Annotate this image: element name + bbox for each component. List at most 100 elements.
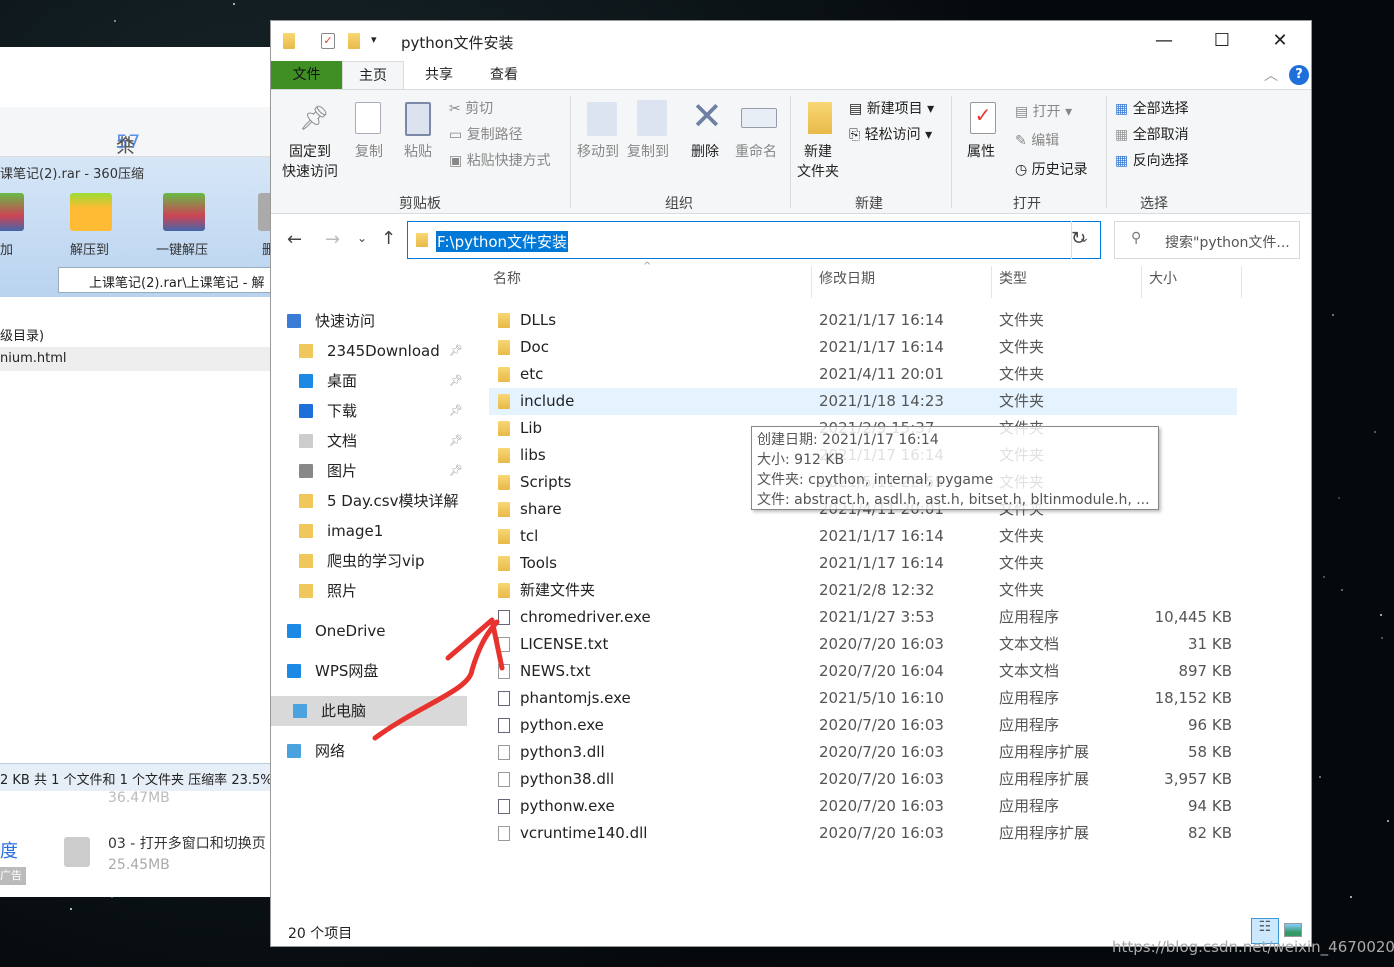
zip-add-button[interactable]: 加 (0, 239, 13, 258)
move-to-button[interactable]: 移动到 (577, 142, 619, 162)
copy-path-button[interactable]: ▭ 复制路径 (449, 125, 523, 145)
nav-item[interactable]: 下载 📌︎ (271, 396, 467, 426)
cut-button[interactable]: ✂ 剪切 (449, 99, 493, 119)
divider (951, 96, 952, 208)
file-name: Doc (520, 338, 549, 356)
edit-button[interactable]: ✎ 编辑 (1015, 131, 1059, 151)
file-size: 31 KB (1188, 635, 1232, 653)
pin-quick-access-button[interactable]: 固定到 快速访问 (279, 142, 341, 182)
file-name: LICENSE.txt (520, 635, 609, 653)
file-row[interactable]: tcl 2021/1/17 16:14 文件夹 (489, 523, 1237, 550)
copy-to-icon (637, 100, 667, 136)
file-row[interactable]: pythonw.exe 2020/7/20 16:03 应用程序 94 KB (489, 793, 1237, 820)
file-row[interactable]: vcruntime140.dll 2020/7/20 16:03 应用程序扩展 82 … (489, 820, 1237, 847)
nav-item-label: 2345Download (327, 342, 440, 360)
file-name: Lib (520, 419, 543, 437)
nav-item[interactable]: 文档 📌︎ (271, 426, 467, 456)
folder-icon (299, 344, 313, 358)
customize-toolbar-chevron-icon[interactable]: ▾ (371, 33, 377, 46)
nav-item[interactable]: 桌面 📌︎ (271, 366, 467, 396)
file-row[interactable]: python3.dll 2020/7/20 16:03 应用程序扩展 58 KB (489, 739, 1237, 766)
file-name: python38.dll (520, 770, 615, 788)
maximize-button[interactable]: ☐ (1199, 27, 1245, 55)
nav-item[interactable]: 快速访问 (271, 306, 467, 336)
large-icons-view-button[interactable] (1284, 923, 1302, 937)
zip-path-field[interactable]: 上课笔记(2).rar\上课笔记 - 解 (58, 267, 288, 293)
refresh-button[interactable]: ↻ (1071, 228, 1095, 249)
forward-button[interactable]: → (325, 229, 340, 250)
nav-item[interactable]: 照片 (271, 576, 467, 606)
file-type: 文件夹 (999, 392, 1045, 410)
new-item-button[interactable]: ▤ 新建项目 ▾ (849, 99, 934, 119)
history-button[interactable]: ◷ 历史记录 (1015, 160, 1088, 180)
file-row[interactable]: python.exe 2020/7/20 16:03 应用程序 96 KB (489, 712, 1237, 739)
file-date: 2021/4/11 20:01 (819, 365, 944, 383)
zip-list-item[interactable]: nium.html (0, 347, 270, 371)
nav-item[interactable]: 2345Download 📌︎ (271, 336, 467, 366)
paste-button[interactable]: 粘贴 (398, 142, 438, 162)
copy-icon (355, 102, 381, 134)
copy-to-button[interactable]: 复制到 (627, 142, 669, 162)
file-row[interactable]: chromedriver.exe 2021/1/27 3:53 应用程序 10,445… (489, 604, 1237, 631)
file-row[interactable]: DLLs 2021/1/17 16:14 文件夹 (489, 307, 1237, 334)
new-folder-quick-icon[interactable] (348, 33, 360, 49)
tab-file[interactable]: 文件 (271, 61, 342, 89)
rename-button[interactable]: 重命名 (735, 142, 777, 162)
scissors-icon: ✂ (449, 101, 466, 117)
nav-item[interactable]: 图片 📌︎ (271, 456, 467, 486)
star (1331, 314, 1334, 317)
column-header-size[interactable]: 大小 (1149, 268, 1177, 288)
address-input[interactable]: F:\python文件安装 (436, 231, 569, 252)
minimize-button[interactable]: — (1141, 27, 1187, 55)
recent-locations-chevron-icon[interactable]: ⌄ (357, 231, 367, 245)
address-bar[interactable]: F:\python文件安装 ⌄ (407, 221, 1101, 259)
file-row[interactable]: phantomjs.exe 2021/5/10 16:10 应用程序 18,152 K… (489, 685, 1237, 712)
red-arrow-annotation (372, 617, 505, 741)
file-row[interactable]: LICENSE.txt 2020/7/20 16:03 文本文档 31 KB (489, 631, 1237, 658)
tab-share[interactable]: 共享 (409, 61, 469, 89)
file-row[interactable]: python38.dll 2020/7/20 16:03 应用程序扩展 3,957 K… (489, 766, 1237, 793)
extract-to-icon (70, 193, 112, 231)
file-row[interactable]: NEWS.txt 2020/7/20 16:04 文本文档 897 KB (489, 658, 1237, 685)
back-button[interactable]: ← (287, 229, 302, 250)
help-icon[interactable]: ? (1289, 65, 1309, 85)
properties-button[interactable]: 属性 (967, 142, 995, 162)
select-none-button[interactable]: ▦ 全部取消 (1115, 125, 1189, 145)
tab-view[interactable]: 查看 (474, 61, 534, 89)
collapse-ribbon-icon[interactable]: ︿ (1264, 65, 1278, 85)
paste-shortcut-button[interactable]: ▣ 粘贴快捷方式 (449, 151, 551, 171)
copy-button[interactable]: 复制 (349, 142, 389, 162)
select-all-button[interactable]: ▦ 全部选择 (1115, 99, 1189, 119)
delete-button[interactable]: 删除 (691, 142, 719, 162)
column-header-name[interactable]: 名称 (493, 268, 521, 288)
nav-item[interactable]: 爬虫的学习vip (271, 546, 467, 576)
new-folder-button[interactable]: 新建 文件夹 (797, 142, 839, 182)
easy-access-button[interactable]: ⎘ 轻松访问 ▾ (849, 125, 932, 145)
properties-checkbox-icon[interactable]: ✓ (321, 33, 335, 49)
file-name: tcl (520, 527, 539, 545)
zip-list-item[interactable]: 级目录) (0, 325, 44, 344)
file-row[interactable]: 新建文件夹 2021/2/8 12:32 文件夹 (489, 577, 1237, 604)
folder-icon (498, 502, 510, 517)
pin-icon: 📌︎ (449, 374, 463, 387)
file-row[interactable]: etc 2021/4/11 20:01 文件夹 (489, 361, 1237, 388)
column-header-type[interactable]: 类型 (999, 268, 1027, 288)
search-input[interactable]: ⚲ 搜索"python文件... (1114, 221, 1300, 259)
tab-home[interactable]: 主页 (342, 61, 404, 90)
file-row[interactable]: Doc 2021/1/17 16:14 文件夹 (489, 334, 1237, 361)
computer-icon (293, 704, 307, 718)
nav-item[interactable]: image1 (271, 516, 467, 546)
file-row[interactable]: Tools 2021/1/17 16:14 文件夹 (489, 550, 1237, 577)
star (1379, 614, 1382, 617)
zip-extract-to-button[interactable]: 解压到 (70, 239, 109, 258)
up-button[interactable]: ↑ (381, 228, 396, 249)
file-row[interactable]: include 2021/1/18 14:23 文件夹 (489, 388, 1237, 415)
file-date: 2021/1/18 14:23 (819, 392, 944, 410)
easy-access-icon: ⎘ (849, 127, 865, 143)
invert-selection-button[interactable]: ▦ 反向选择 (1115, 151, 1189, 171)
column-header-date[interactable]: 修改日期 (819, 268, 875, 288)
close-button[interactable]: ✕ (1257, 27, 1303, 55)
nav-item[interactable]: 5 Day.csv模块详解 (271, 486, 467, 516)
open-button[interactable]: ▤ 打开 ▾ (1015, 102, 1072, 122)
zip-one-click-button[interactable]: 一键解压 (156, 239, 208, 258)
